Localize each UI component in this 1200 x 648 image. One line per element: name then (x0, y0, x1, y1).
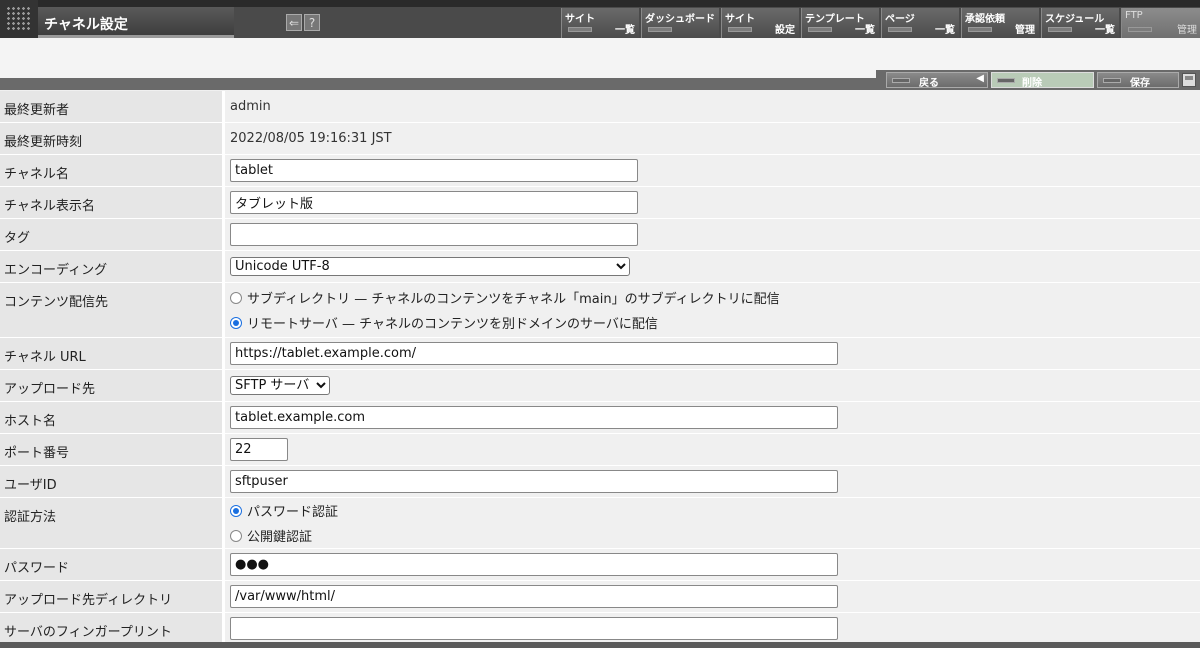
field-label: チャネル URL (0, 338, 225, 369)
field-label: 最終更新者 (0, 91, 225, 122)
port-input[interactable] (230, 438, 288, 461)
nav-page-list[interactable]: ページ 一覧 (881, 8, 959, 38)
field-label: アップロード先ディレクトリ (0, 581, 225, 612)
row-channel-url: チャネル URL (0, 338, 1200, 370)
row-user-id: ユーザID (0, 466, 1200, 498)
nav-ftp-manage[interactable]: FTP 管理 (1121, 8, 1200, 38)
field-label: チャネル表示名 (0, 187, 225, 218)
field-label: チャネル名 (0, 155, 225, 186)
save-button[interactable]: 保存 (1097, 72, 1179, 89)
row-delivery: コンテンツ配信先 サブディレクトリ — チャネルのコンテンツをチャネル「main… (0, 283, 1200, 338)
field-label: 最終更新時刻 (0, 123, 225, 154)
global-nav: サイト 一覧 ダッシュボード サイト 設定 テンプレート 一覧 ページ 一覧 承… (561, 8, 1200, 38)
nav-dashboard[interactable]: ダッシュボード (641, 8, 719, 38)
row-fingerprint: サーバのフィンガープリント (0, 613, 1200, 645)
display-name-input[interactable] (230, 191, 638, 214)
tool-icons: ⇐ ? (286, 14, 320, 31)
app-logo-icon[interactable] (0, 0, 38, 38)
nav-approval-manage[interactable]: 承認依頼 管理 (961, 8, 1039, 38)
field-label: ポート番号 (0, 434, 225, 465)
nav-schedule-list[interactable]: スケジュール 一覧 (1041, 8, 1119, 38)
back-arrow-icon[interactable]: ⇐ (286, 14, 302, 31)
field-label: エンコーディング (0, 251, 225, 282)
field-label: アップロード先 (0, 370, 225, 401)
channel-name-input[interactable] (230, 159, 638, 182)
save-disk-icon[interactable] (1182, 73, 1196, 87)
encoding-select[interactable]: Unicode UTF-8 (230, 257, 630, 276)
help-icon[interactable]: ? (304, 14, 320, 31)
radio-selected-icon[interactable] (230, 316, 242, 329)
row-upload-target: アップロード先 SFTP サーバ (0, 370, 1200, 402)
nav-template-list[interactable]: テンプレート 一覧 (801, 8, 879, 38)
row-upload-directory: アップロード先ディレクトリ (0, 581, 1200, 613)
host-input[interactable] (230, 406, 838, 429)
radio-icon[interactable] (230, 529, 242, 542)
row-last-updated-by: 最終更新者 admin (0, 91, 1200, 123)
field-label: パスワード (0, 549, 225, 580)
row-host: ホスト名 (0, 402, 1200, 434)
bottom-strip (0, 642, 1200, 648)
row-display-name: チャネル表示名 (0, 187, 1200, 219)
auth-option-public-key[interactable]: 公開鍵認証 (230, 523, 312, 548)
nav-site-settings[interactable]: サイト 設定 (721, 8, 799, 38)
delivery-option-remote[interactable]: リモートサーバ — チャネルのコンテンツを別ドメインのサーバに配信 (230, 310, 658, 335)
field-label: サーバのフィンガープリント (0, 613, 225, 644)
nav-site-list[interactable]: サイト 一覧 (561, 8, 639, 38)
upload-target-select[interactable]: SFTP サーバ (230, 376, 330, 395)
back-button[interactable]: 戻る ◀ (886, 72, 988, 89)
channel-url-input[interactable] (230, 342, 838, 365)
page-title-tab: チャネル設定 (38, 7, 234, 38)
field-label: ホスト名 (0, 402, 225, 433)
radio-selected-icon[interactable] (230, 504, 242, 517)
row-tag: タグ (0, 219, 1200, 251)
field-label: ユーザID (0, 466, 225, 497)
page-title: チャネル設定 (44, 17, 128, 33)
row-port: ポート番号 (0, 434, 1200, 466)
delete-button[interactable]: 削除 (991, 72, 1094, 89)
auth-option-password[interactable]: パスワード認証 (230, 498, 338, 523)
tag-input[interactable] (230, 223, 638, 246)
delivery-option-subdirectory[interactable]: サブディレクトリ — チャネルのコンテンツをチャネル「main」のサブディレクト… (230, 285, 780, 310)
last-updated-at-value: 2022/08/05 19:16:31 JST (230, 131, 392, 146)
user-id-input[interactable] (230, 470, 838, 493)
top-line (0, 0, 1200, 7)
row-channel-name: チャネル名 (0, 155, 1200, 187)
fingerprint-input[interactable] (230, 617, 838, 640)
field-label: コンテンツ配信先 (0, 283, 225, 337)
last-updated-by-value: admin (230, 99, 271, 114)
row-auth-method: 認証方法 パスワード認証 公開鍵認証 (0, 498, 1200, 549)
row-last-updated-at: 最終更新時刻 2022/08/05 19:16:31 JST (0, 123, 1200, 155)
upload-directory-input[interactable] (230, 585, 838, 608)
top-header: チャネル設定 ⇐ ? サイト 一覧 ダッシュボード サイト 設定 テンプレート … (0, 0, 1200, 38)
field-label: タグ (0, 219, 225, 250)
channel-settings-form: 最終更新者 admin 最終更新時刻 2022/08/05 19:16:31 J… (0, 91, 1200, 645)
row-password: パスワード (0, 549, 1200, 581)
triangle-left-icon: ◀ (976, 73, 984, 84)
password-input[interactable] (230, 553, 838, 576)
row-encoding: エンコーディング Unicode UTF-8 (0, 251, 1200, 283)
field-label: 認証方法 (0, 498, 225, 548)
radio-icon[interactable] (230, 291, 242, 304)
